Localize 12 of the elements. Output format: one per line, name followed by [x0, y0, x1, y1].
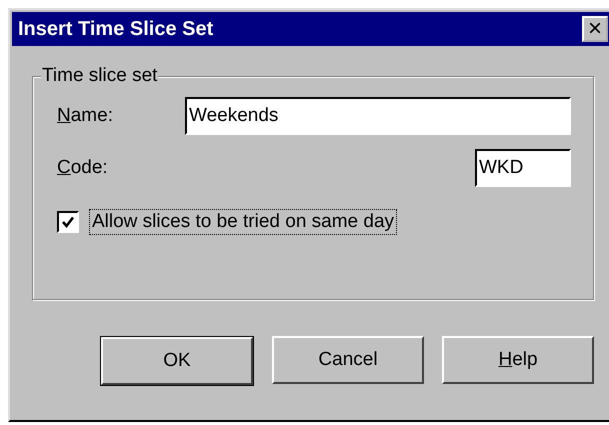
field-label: Name:	[57, 105, 113, 127]
dialog-button[interactable]: OK	[101, 337, 253, 385]
dialog-button[interactable]: Cancel	[272, 336, 424, 384]
close-button[interactable]: ×	[582, 16, 608, 42]
check-icon	[61, 215, 75, 229]
checkbox-label[interactable]: Allow slices to be tried on same day	[89, 209, 398, 235]
name-field[interactable]: Weekends	[185, 97, 571, 135]
field-label: Code:	[57, 157, 108, 179]
code-field[interactable]: WKD	[475, 149, 571, 187]
window-title: Insert Time Slice Set	[18, 18, 214, 40]
dialog-button[interactable]: Help	[442, 336, 594, 384]
checkbox[interactable]	[57, 211, 79, 233]
